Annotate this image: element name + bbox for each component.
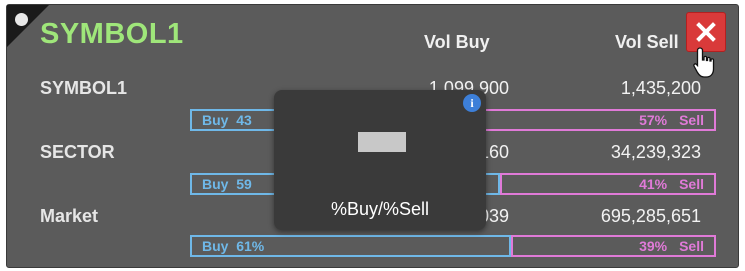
buy-ratio-segment: Buy 61% [190,235,511,257]
row-symbol-vol-sell: 1,435,200 [620,78,701,98]
row-label-symbol: SYMBOL1 [40,78,128,98]
tooltip-text: %Buy/%Sell [330,199,430,219]
tooltip-bar-glyph-icon [358,132,406,152]
row-label-market: Market [40,206,99,226]
close-x-icon [696,22,716,42]
sell-ratio-segment: 39% Sell [511,235,716,257]
row-market-vol-sell: 695,285,651 [600,206,701,226]
row-market-ratio-bar: Buy 61% 39% Sell [190,235,716,257]
row-label-sector: SECTOR [40,142,115,162]
hand-pointer-icon [693,47,715,78]
sell-ratio-segment: 41% Sell [500,173,716,195]
row-sector-vol-sell: 34,239,323 [610,142,701,162]
column-header-vol-buy: Vol Buy [424,32,490,52]
widget-title: SYMBOL1 [40,18,184,50]
corner-dot-icon [15,13,28,26]
column-header-vol-sell: Vol Sell [615,32,679,52]
info-icon[interactable]: i [463,94,481,112]
